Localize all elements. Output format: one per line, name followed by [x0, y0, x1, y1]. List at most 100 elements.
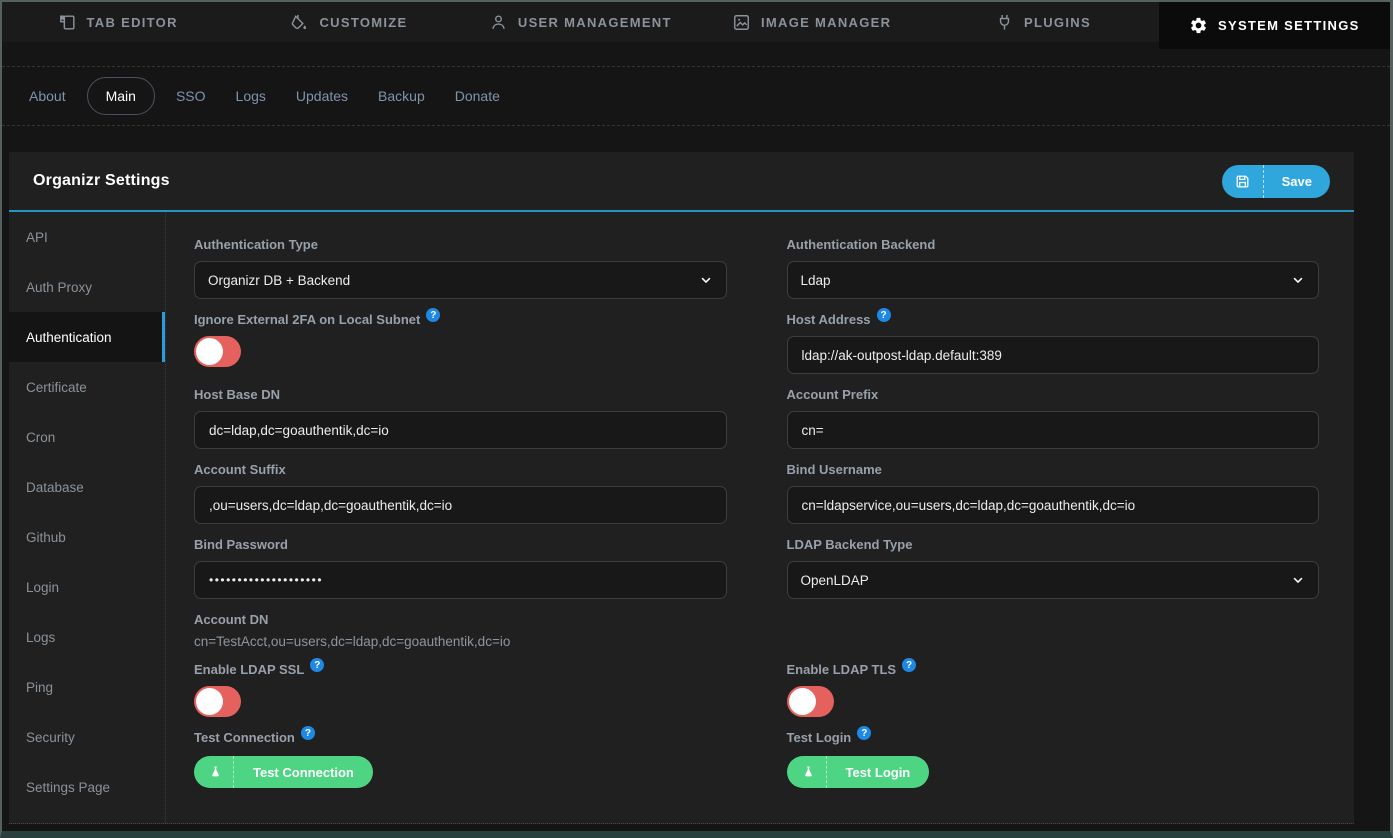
nav-label: USER MANAGEMENT — [518, 15, 672, 30]
sidebar-item-logs[interactable]: Logs — [9, 612, 165, 662]
plugins-icon — [995, 13, 1014, 32]
nav-label: PLUGINS — [1024, 15, 1091, 30]
system-settings-gear-icon — [1189, 16, 1208, 35]
test-connection-button-label: Test Connection — [234, 756, 373, 788]
tab-backup[interactable]: Backup — [363, 79, 440, 113]
authentication-type-select[interactable]: Organizr DB + Backend — [194, 261, 727, 299]
account-prefix-label: Account Prefix — [787, 386, 1320, 403]
sidebar-item-auth-proxy[interactable]: Auth Proxy — [9, 262, 165, 312]
sidebar-item-login[interactable]: Login — [9, 562, 165, 612]
enable-ldap-ssl-toggle[interactable] — [194, 686, 241, 717]
authentication-type-label: Authentication Type — [194, 236, 727, 253]
panel-header: Organizr Settings Save — [9, 152, 1354, 212]
account-dn-value: cn=TestAcct,ou=users,dc=ldap,dc=goauthen… — [194, 634, 727, 649]
tab-main[interactable]: Main — [87, 77, 155, 115]
nav-label: CUSTOMIZE — [319, 15, 407, 30]
bind-username-group: Bind Username — [787, 461, 1320, 524]
nav-label: SYSTEM SETTINGS — [1218, 18, 1360, 33]
nav-item-tab-editor[interactable]: TAB EDITOR — [2, 2, 233, 42]
test-connection-group: Test Connection Test Connection — [194, 729, 727, 788]
ignore-2fa-toggle[interactable] — [194, 336, 241, 367]
test-connection-label: Test Connection — [194, 729, 727, 746]
selected-value: Ldap — [801, 273, 831, 288]
tab-donate[interactable]: Donate — [440, 79, 515, 113]
ldap-backend-type-label: LDAP Backend Type — [787, 536, 1320, 553]
organizr-settings-panel: Organizr Settings Save API Auth Proxy Au… — [9, 152, 1354, 824]
host-address-label: Host Address — [787, 311, 1320, 328]
host-base-dn-label: Host Base DN — [194, 386, 727, 403]
settings-sidebar: API Auth Proxy Authentication Certificat… — [9, 212, 166, 823]
authentication-form: Authentication Type Organizr DB + Backen… — [166, 212, 1354, 823]
host-address-group: Host Address — [787, 311, 1320, 374]
sidebar-item-settings-page[interactable]: Settings Page — [9, 762, 165, 812]
image-manager-icon — [732, 13, 751, 32]
tab-logs[interactable]: Logs — [221, 79, 281, 113]
tab-editor-icon — [58, 13, 77, 32]
toggle-knob — [196, 338, 223, 365]
host-base-dn-input[interactable] — [194, 411, 727, 449]
sidebar-item-api[interactable]: API — [9, 212, 165, 262]
authentication-backend-label: Authentication Backend — [787, 236, 1320, 253]
help-icon[interactable] — [857, 726, 871, 740]
panel-body: API Auth Proxy Authentication Certificat… — [9, 212, 1354, 823]
enable-ldap-ssl-group: Enable LDAP SSL — [194, 661, 727, 717]
nav-item-image-manager[interactable]: IMAGE MANAGER — [696, 2, 927, 42]
help-icon[interactable] — [310, 658, 324, 672]
save-button-label: Save — [1264, 165, 1330, 198]
authentication-backend-group: Authentication Backend Ldap — [787, 236, 1320, 299]
sidebar-item-github[interactable]: Github — [9, 512, 165, 562]
sidebar-item-certificate[interactable]: Certificate — [9, 362, 165, 412]
user-management-icon — [489, 13, 508, 32]
nav-item-plugins[interactable]: PLUGINS — [927, 2, 1158, 42]
ldap-backend-type-select[interactable]: OpenLDAP — [787, 561, 1320, 599]
enable-ldap-tls-group: Enable LDAP TLS — [787, 661, 1320, 717]
test-connection-button[interactable]: Test Connection — [194, 756, 373, 788]
settings-tab-bar: About Main SSO Logs Updates Backup Donat… — [2, 66, 1390, 126]
nav-item-user-management[interactable]: USER MANAGEMENT — [465, 2, 696, 42]
account-suffix-group: Account Suffix — [194, 461, 727, 524]
test-login-button[interactable]: Test Login — [787, 756, 930, 788]
nav-label: IMAGE MANAGER — [761, 15, 891, 30]
chevron-down-icon — [1291, 273, 1305, 287]
authentication-backend-select[interactable]: Ldap — [787, 261, 1320, 299]
selected-value: Organizr DB + Backend — [208, 273, 350, 288]
help-icon[interactable] — [877, 308, 891, 322]
bind-password-input[interactable] — [194, 561, 727, 599]
chevron-down-icon — [1291, 573, 1305, 587]
enable-ldap-tls-toggle[interactable] — [787, 686, 834, 717]
test-login-label: Test Login — [787, 729, 1320, 746]
account-dn-label: Account DN — [194, 611, 727, 628]
bind-username-input[interactable] — [787, 486, 1320, 524]
help-icon[interactable] — [426, 308, 440, 322]
host-address-input[interactable] — [787, 336, 1320, 374]
save-button[interactable]: Save — [1222, 165, 1330, 198]
selected-value: OpenLDAP — [801, 573, 869, 588]
ldap-backend-type-group: LDAP Backend Type OpenLDAP — [787, 536, 1320, 599]
sidebar-item-security[interactable]: Security — [9, 712, 165, 762]
tab-updates[interactable]: Updates — [281, 79, 363, 113]
tab-sso[interactable]: SSO — [161, 79, 221, 113]
enable-ldap-ssl-label: Enable LDAP SSL — [194, 661, 727, 678]
sidebar-item-cron[interactable]: Cron — [9, 412, 165, 462]
nav-item-customize[interactable]: CUSTOMIZE — [233, 2, 464, 42]
sidebar-item-ping[interactable]: Ping — [9, 662, 165, 712]
help-icon[interactable] — [301, 726, 315, 740]
account-prefix-input[interactable] — [787, 411, 1320, 449]
account-dn-group: Account DN cn=TestAcct,ou=users,dc=ldap,… — [194, 611, 727, 649]
host-base-dn-group: Host Base DN — [194, 386, 727, 449]
account-prefix-group: Account Prefix — [787, 386, 1320, 449]
nav-item-system-settings[interactable]: SYSTEM SETTINGS — [1159, 2, 1390, 49]
bind-username-label: Bind Username — [787, 461, 1320, 478]
nav-label: TAB EDITOR — [87, 15, 178, 30]
page-title: Organizr Settings — [33, 172, 170, 190]
bind-password-group: Bind Password — [194, 536, 727, 599]
sidebar-item-database[interactable]: Database — [9, 462, 165, 512]
flask-icon — [787, 756, 827, 788]
toggle-knob — [789, 688, 816, 715]
save-floppy-icon — [1222, 165, 1264, 198]
help-icon[interactable] — [902, 658, 916, 672]
sidebar-item-authentication[interactable]: Authentication — [9, 312, 165, 362]
toggle-knob — [196, 688, 223, 715]
account-suffix-input[interactable] — [194, 486, 727, 524]
tab-about[interactable]: About — [14, 79, 81, 113]
